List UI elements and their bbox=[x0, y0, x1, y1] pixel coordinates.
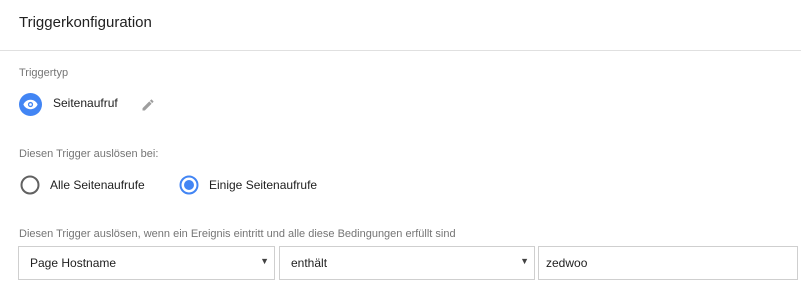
radio-all-pageviews[interactable] bbox=[20, 175, 40, 195]
radio-some-pageviews-label[interactable]: Einige Seitenaufrufe bbox=[209, 178, 317, 192]
dialog-header: Triggerkonfiguration bbox=[0, 0, 801, 51]
trigger-type-label: Triggertyp bbox=[19, 67, 69, 79]
radio-all-pageviews-label[interactable]: Alle Seitenaufrufe bbox=[50, 178, 145, 192]
trigger-type-name: Seitenaufruf bbox=[53, 96, 118, 110]
variable-select[interactable]: Page Hostname ▼ bbox=[18, 246, 275, 280]
condition-value-input[interactable] bbox=[538, 246, 798, 280]
eye-icon bbox=[19, 93, 42, 116]
operator-select-value: enthält bbox=[291, 256, 328, 270]
fire-on-label: Diesen Trigger auslösen bei: bbox=[19, 148, 159, 160]
dropdown-arrow-icon: ▼ bbox=[260, 256, 269, 266]
page-title: Triggerkonfiguration bbox=[19, 14, 152, 31]
operator-select[interactable]: enthält ▼ bbox=[279, 246, 535, 280]
radio-some-pageviews[interactable] bbox=[179, 175, 199, 195]
dropdown-arrow-icon: ▼ bbox=[520, 256, 529, 266]
variable-select-value: Page Hostname bbox=[30, 256, 117, 270]
pencil-icon[interactable] bbox=[140, 97, 156, 113]
conditions-label: Diesen Trigger auslösen, wenn ein Ereign… bbox=[19, 228, 456, 240]
